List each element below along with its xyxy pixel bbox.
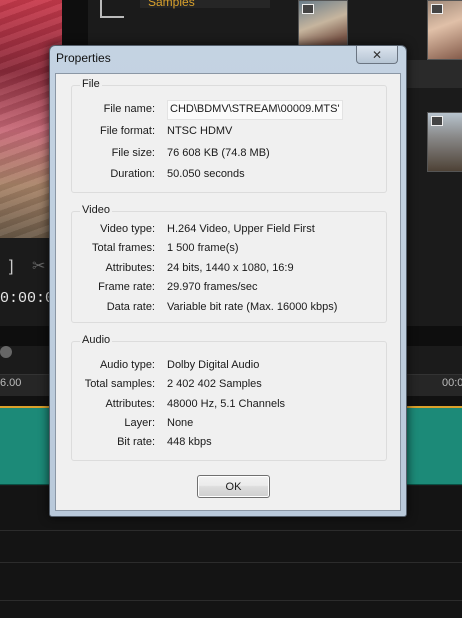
track-divider	[0, 562, 462, 563]
ok-button[interactable]: OK	[197, 475, 270, 498]
audio-group: Audio Audio type: Dolby Digital Audio To…	[71, 334, 388, 461]
audio-group-title: Audio	[80, 334, 113, 346]
frame-rate-label: Frame rate:	[98, 281, 155, 293]
layer-row: Layer: None	[72, 417, 388, 433]
ruler-label-right: 00:0	[442, 377, 462, 389]
scissors-icon[interactable]: ✂	[32, 256, 45, 276]
ruler-label-left: 6.00	[0, 377, 22, 389]
video-attributes-row: Attributes: 24 bits, 1440 x 1080, 16:9	[72, 262, 388, 278]
file-group: File File name: 'CHD\BDMV\STREAM\00009.M…	[71, 78, 388, 193]
bit-rate-label: Bit rate:	[117, 436, 155, 448]
file-group-title: File	[80, 78, 102, 90]
total-frames-row: Total frames: 1 500 frame(s)	[72, 242, 388, 258]
data-rate-value: Variable bit rate (Max. 16000 kbps)	[167, 301, 338, 313]
total-samples-value: 2 402 402 Samples	[167, 378, 262, 390]
video-type-label: Video type:	[100, 223, 155, 235]
total-frames-value: 1 500 frame(s)	[167, 242, 239, 254]
video-flag-icon	[431, 4, 443, 14]
media-thumbnail[interactable]	[427, 112, 462, 172]
layer-value: None	[167, 417, 194, 429]
duration-row: Duration: 50.050 seconds	[72, 168, 388, 184]
layer-label: Layer:	[124, 417, 155, 429]
file-name-label: File name:	[103, 103, 155, 115]
audio-type-value: Dolby Digital Audio	[167, 359, 260, 371]
audio-attributes-value: 48000 Hz, 5.1 Channels	[167, 398, 286, 410]
file-size-row: File size: 76 608 KB (74.8 MB)	[72, 147, 388, 163]
video-flag-icon	[431, 116, 443, 126]
audio-type-row: Audio type: Dolby Digital Audio	[72, 359, 388, 375]
file-size-label: File size:	[111, 147, 155, 159]
duration-label: Duration:	[110, 168, 155, 180]
video-group: Video Video type: H.264 Video, Upper Fie…	[71, 204, 388, 323]
file-name-value: 'CHD\BDMV\STREAM\00009.MTS	[170, 103, 340, 115]
mark-out-icon[interactable]: ]	[9, 258, 13, 276]
media-thumbnail[interactable]	[427, 0, 462, 60]
file-name-field[interactable]: 'CHD\BDMV\STREAM\00009.MTS	[167, 100, 343, 120]
total-samples-label: Total samples:	[84, 378, 155, 390]
video-type-value: H.264 Video, Upper Field First	[167, 223, 315, 235]
file-size-value: 76 608 KB (74.8 MB)	[167, 147, 270, 159]
frame-rate-value: 29.970 frames/sec	[167, 281, 258, 293]
zoom-slider-knob[interactable]	[0, 346, 12, 358]
dialog-client-area: File File name: 'CHD\BDMV\STREAM\00009.M…	[55, 73, 401, 511]
data-rate-row: Data rate: Variable bit rate (Max. 16000…	[72, 301, 388, 317]
audio-attributes-label: Attributes:	[105, 398, 155, 410]
track-divider	[0, 530, 462, 531]
video-group-title: Video	[80, 204, 112, 216]
total-frames-label: Total frames:	[92, 242, 155, 254]
file-format-row: File format: NTSC HDMV	[72, 125, 388, 141]
audio-attributes-row: Attributes: 48000 Hz, 5.1 Channels	[72, 398, 388, 414]
properties-dialog: Properties ✕ File File name: 'CHD\BDMV\S…	[49, 45, 407, 517]
duration-value: 50.050 seconds	[167, 168, 245, 180]
bit-rate-value: 448 kbps	[167, 436, 212, 448]
total-samples-row: Total samples: 2 402 402 Samples	[72, 378, 388, 394]
video-attributes-label: Attributes:	[105, 262, 155, 274]
file-format-value: NTSC HDMV	[167, 125, 233, 137]
close-icon: ✕	[371, 47, 383, 62]
video-flag-icon	[302, 4, 314, 14]
folder-tree-icon[interactable]	[100, 0, 124, 18]
video-attributes-value: 24 bits, 1440 x 1080, 16:9	[167, 262, 294, 274]
close-button[interactable]: ✕	[356, 46, 398, 64]
tree-item-samples[interactable]: Samples	[148, 0, 195, 9]
track-divider	[0, 600, 462, 601]
data-rate-label: Data rate:	[106, 301, 155, 313]
frame-rate-row: Frame rate: 29.970 frames/sec	[72, 281, 388, 297]
audio-type-label: Audio type:	[99, 359, 155, 371]
bit-rate-row: Bit rate: 448 kbps	[72, 436, 388, 452]
video-type-row: Video type: H.264 Video, Upper Field Fir…	[72, 223, 388, 239]
dialog-title: Properties	[56, 51, 111, 65]
file-format-label: File format:	[99, 125, 155, 137]
file-name-row: File name: 'CHD\BDMV\STREAM\00009.MTS	[72, 100, 388, 120]
